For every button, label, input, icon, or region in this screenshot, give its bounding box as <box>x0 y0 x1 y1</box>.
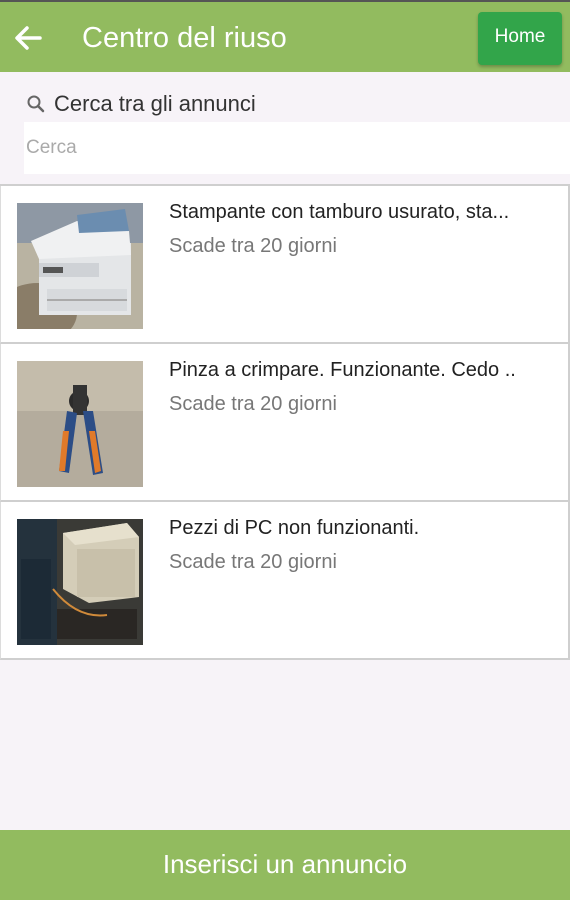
pc-parts-photo <box>17 519 143 645</box>
back-button[interactable] <box>8 18 48 58</box>
page-title: Centro del riuso <box>82 22 287 54</box>
listing-title: Pezzi di PC non funzionanti. <box>169 517 420 539</box>
search-header: Cerca tra gli annunci <box>26 88 256 120</box>
listing-list: Stampante con tamburo usurato, sta... Sc… <box>0 184 570 660</box>
home-button[interactable]: Home <box>478 12 562 65</box>
search-input[interactable] <box>24 122 570 174</box>
listing-title: Stampante con tamburo usurato, sta... <box>169 201 510 223</box>
listing-item[interactable]: Stampante con tamburo usurato, sta... Sc… <box>0 186 570 344</box>
search-label: Cerca tra gli annunci <box>54 91 256 116</box>
search-icon <box>27 95 45 113</box>
listing-expiry: Scade tra 20 giorni <box>169 235 337 257</box>
listing-expiry: Scade tra 20 giorni <box>169 393 337 415</box>
listing-item[interactable]: Pinza a crimpare. Funzionante. Cedo .. S… <box>0 344 570 502</box>
crimping-tool-photo <box>17 361 143 487</box>
app-bar: Centro del riuso Home <box>0 0 570 72</box>
printer-photo <box>17 203 143 329</box>
listing-expiry: Scade tra 20 giorni <box>169 551 337 573</box>
add-listing-button[interactable]: Inserisci un annuncio <box>0 830 570 900</box>
arrow-left-icon <box>15 26 42 50</box>
listing-item[interactable]: Pezzi di PC non funzionanti. Scade tra 2… <box>0 502 570 660</box>
listing-title: Pinza a crimpare. Funzionante. Cedo .. <box>169 359 516 381</box>
